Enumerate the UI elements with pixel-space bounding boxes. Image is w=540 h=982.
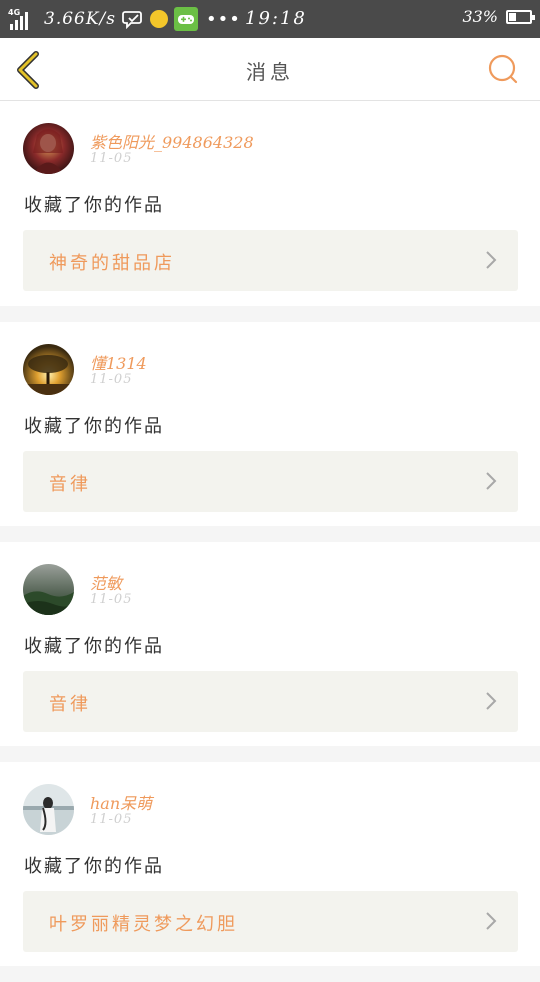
signal-icon: 4G <box>8 8 38 30</box>
message-card: 懂1314 11-05 收藏了你的作品 音律 <box>0 322 540 526</box>
work-title: 音律 <box>49 694 91 715</box>
action-text: 收藏了你的作品 <box>24 856 164 877</box>
nav-bar: 消息 <box>0 38 540 101</box>
chevron-right-icon <box>486 692 497 710</box>
message-card: han呆萌 11-05 收藏了你的作品 叶罗丽精灵梦之幻胆 <box>0 762 540 966</box>
chevron-right-icon <box>486 251 497 269</box>
work-link[interactable]: 神奇的甜品店 <box>23 230 518 291</box>
avatar[interactable] <box>23 344 74 395</box>
work-title: 音律 <box>49 474 91 495</box>
message-date: 11-05 <box>90 151 133 166</box>
battery-percent: 33% <box>462 7 498 26</box>
avatar[interactable] <box>23 564 74 615</box>
action-text: 收藏了你的作品 <box>24 636 164 657</box>
search-icon <box>488 54 518 84</box>
username[interactable]: 范敏 <box>90 570 122 594</box>
page-title: 消息 <box>246 60 294 84</box>
work-link[interactable]: 音律 <box>23 451 518 512</box>
message-date: 11-05 <box>90 812 133 827</box>
username[interactable]: han呆萌 <box>90 790 152 814</box>
message-list: 紫色阳光_994864328 11-05 收藏了你的作品 神奇的甜品店 懂131… <box>0 101 540 982</box>
work-title: 叶罗丽精灵梦之幻胆 <box>49 914 238 935</box>
status-bar: 4G 3.66K/s ••• 19:18 33% <box>0 0 540 38</box>
action-text: 收藏了你的作品 <box>24 195 164 216</box>
battery-icon <box>506 9 535 24</box>
message-check-icon <box>122 11 142 29</box>
work-title: 神奇的甜品店 <box>49 253 175 274</box>
clock: 19:18 <box>245 8 307 29</box>
username[interactable]: 懂1314 <box>90 350 147 374</box>
notification-dot-icon <box>150 10 169 28</box>
search-button[interactable] <box>486 52 520 86</box>
work-link[interactable]: 叶罗丽精灵梦之幻胆 <box>23 891 518 952</box>
more-notifications-icon: ••• <box>206 8 241 30</box>
message-card: 紫色阳光_994864328 11-05 收藏了你的作品 神奇的甜品店 <box>0 101 540 306</box>
chevron-right-icon <box>486 472 497 490</box>
avatar[interactable] <box>23 784 74 835</box>
work-link[interactable]: 音律 <box>23 671 518 732</box>
action-text: 收藏了你的作品 <box>24 416 164 437</box>
chevron-right-icon <box>486 912 497 930</box>
gamepad-icon <box>174 7 199 31</box>
username[interactable]: 紫色阳光_994864328 <box>90 129 254 153</box>
avatar[interactable] <box>23 123 74 174</box>
message-date: 11-05 <box>90 592 133 607</box>
message-card: 范敏 11-05 收藏了你的作品 音律 <box>0 542 540 746</box>
message-date: 11-05 <box>90 372 133 387</box>
network-speed: 3.66K/s <box>44 9 117 29</box>
